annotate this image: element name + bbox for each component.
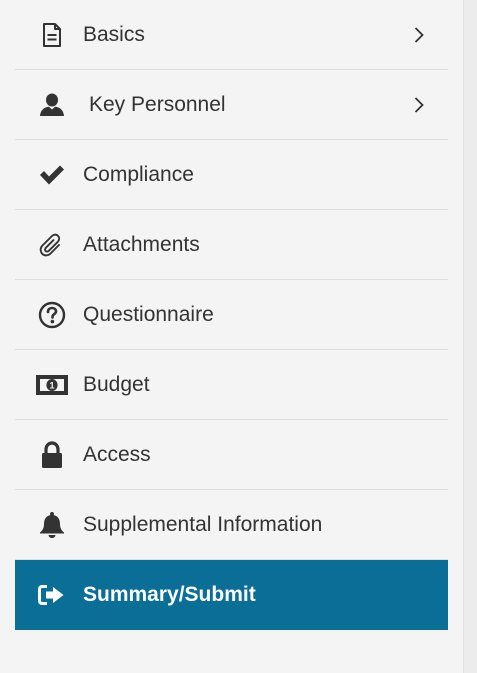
nav-item-label: Attachments bbox=[83, 232, 200, 256]
nav-item-access[interactable]: Access bbox=[15, 420, 448, 490]
checkmark-icon bbox=[35, 160, 69, 190]
nav-item-basics[interactable]: Basics bbox=[15, 0, 448, 70]
nav-item-budget[interactable]: 1 Budget bbox=[15, 350, 448, 420]
nav-item-attachments[interactable]: Attachments bbox=[15, 210, 448, 280]
nav-list: Basics Key Personnel Compliance Attachme… bbox=[15, 0, 448, 630]
nav-item-label: Key Personnel bbox=[89, 92, 226, 116]
sign-out-icon bbox=[35, 580, 69, 610]
page: Basics Key Personnel Compliance Attachme… bbox=[0, 0, 477, 673]
document-icon bbox=[35, 20, 69, 50]
nav-item-key-personnel[interactable]: Key Personnel bbox=[15, 70, 448, 140]
user-icon bbox=[35, 90, 69, 120]
nav-item-label: Supplemental Information bbox=[83, 512, 323, 536]
paperclip-icon bbox=[35, 230, 69, 260]
lock-icon bbox=[35, 440, 69, 470]
scrollbar-track[interactable] bbox=[463, 0, 477, 673]
nav-item-label: Summary/Submit bbox=[83, 583, 256, 606]
nav-item-label: Access bbox=[83, 442, 151, 466]
question-circle-icon bbox=[35, 300, 69, 330]
chevron-right-icon bbox=[412, 25, 426, 45]
nav-item-compliance[interactable]: Compliance bbox=[15, 140, 448, 210]
nav-item-supplemental-information[interactable]: Supplemental Information bbox=[15, 490, 448, 560]
money-icon: 1 bbox=[35, 370, 69, 400]
chevron-right-icon bbox=[412, 95, 426, 115]
nav-item-label: Questionnaire bbox=[83, 302, 214, 326]
nav-item-summary-submit[interactable]: Summary/Submit bbox=[15, 560, 448, 630]
nav-item-label: Compliance bbox=[83, 162, 194, 186]
nav-item-label: Basics bbox=[83, 22, 145, 46]
sidebar: Basics Key Personnel Compliance Attachme… bbox=[0, 0, 463, 673]
bell-icon bbox=[35, 510, 69, 540]
nav-item-label: Budget bbox=[83, 372, 150, 396]
svg-text:1: 1 bbox=[49, 380, 54, 390]
nav-item-questionnaire[interactable]: Questionnaire bbox=[15, 280, 448, 350]
